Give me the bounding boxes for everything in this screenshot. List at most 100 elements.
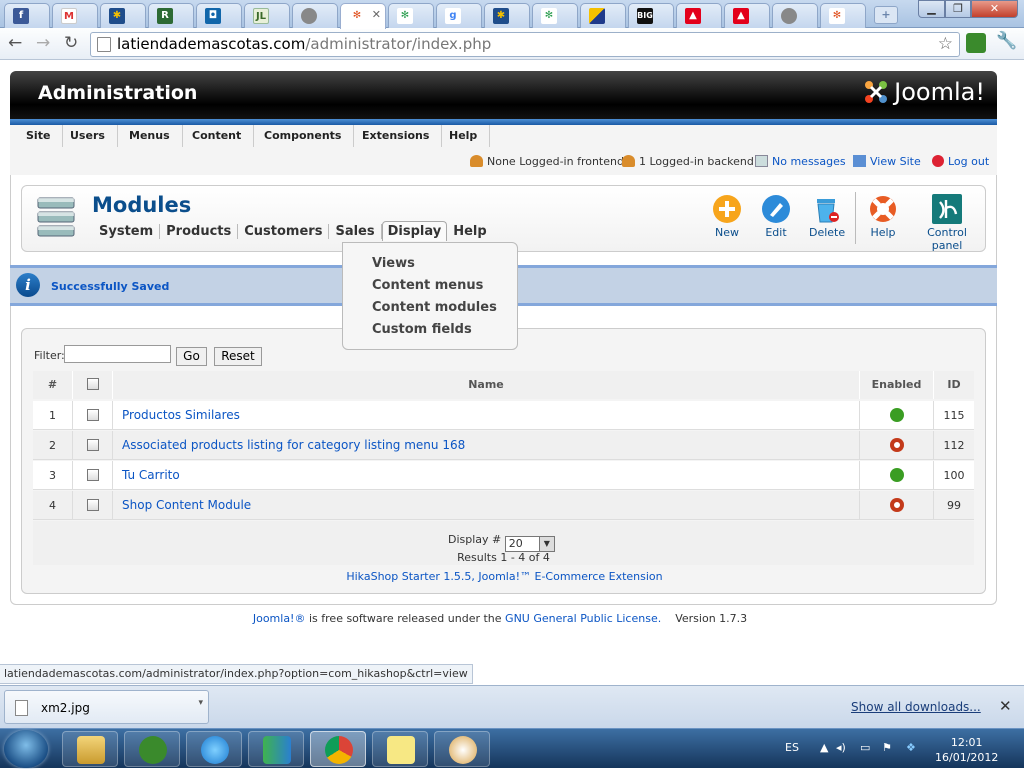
browser-tab-6[interactable]: JL: [244, 3, 290, 28]
close-window-button[interactable]: ✕: [971, 0, 1018, 18]
browser-tab-11[interactable]: ✱: [484, 3, 530, 28]
row-number: 3: [33, 461, 73, 490]
browser-tab-12[interactable]: ✻: [532, 3, 578, 28]
module-name-link[interactable]: Associated products listing for category…: [113, 431, 860, 460]
close-icon[interactable]: ✕: [372, 8, 381, 21]
reset-button[interactable]: Reset: [214, 347, 262, 366]
show-hidden-icons[interactable]: ▲: [820, 741, 828, 754]
dropdown-content-modules[interactable]: Content modules: [372, 300, 497, 315]
back-icon[interactable]: ←: [8, 33, 22, 53]
close-icon[interactable]: ✕: [999, 697, 1012, 715]
row-checkbox[interactable]: [86, 439, 99, 451]
maximize-button[interactable]: ❐: [945, 0, 971, 18]
taskbar-explorer[interactable]: [62, 731, 118, 767]
taskbar-paint[interactable]: [434, 731, 490, 767]
browser-tab-15[interactable]: ▲: [676, 3, 722, 28]
delete-button[interactable]: Delete: [809, 194, 845, 239]
taskbar-chrome[interactable]: [310, 731, 366, 767]
new-tab-button[interactable]: +: [874, 6, 898, 24]
menu-extensions[interactable]: Extensions: [350, 125, 443, 147]
subnav-system[interactable]: System: [93, 224, 161, 239]
unpublished-icon[interactable]: [889, 438, 904, 452]
dropdown-views[interactable]: Views: [372, 256, 415, 271]
browser-tab-7[interactable]: [292, 3, 338, 28]
browser-tab-facebook[interactable]: f: [4, 3, 50, 28]
menu-components[interactable]: Components: [252, 125, 355, 147]
subnav-display[interactable]: Display: [381, 221, 448, 241]
control-panel-button[interactable]: Control panel: [914, 194, 980, 252]
browser-tab-gmail[interactable]: M: [52, 3, 98, 28]
display-select[interactable]: 20 ▼: [504, 536, 555, 552]
volume-icon[interactable]: ◂): [836, 741, 846, 754]
forward-icon[interactable]: →: [36, 33, 50, 53]
logout-link[interactable]: Log out: [932, 155, 989, 168]
action-center-flag-icon[interactable]: ⚑: [882, 741, 892, 754]
help-button[interactable]: Help: [867, 194, 899, 239]
reload-icon[interactable]: ↻: [64, 33, 78, 53]
gpl-link[interactable]: GNU General Public License.: [505, 612, 661, 625]
subnav-sales[interactable]: Sales: [329, 224, 382, 239]
taskbar-sticky-notes[interactable]: [372, 731, 428, 767]
menu-help[interactable]: Help: [437, 125, 491, 147]
view-site-link[interactable]: View Site: [853, 155, 921, 168]
show-all-downloads-link[interactable]: Show all downloads...: [851, 700, 981, 714]
site-icon: ✱: [109, 8, 125, 24]
col-header-id[interactable]: ID: [934, 371, 974, 399]
taskbar-evernote[interactable]: [124, 731, 180, 767]
unpublished-icon[interactable]: [889, 498, 904, 512]
browser-tab-10[interactable]: g: [436, 3, 482, 28]
url-bar[interactable]: latiendademascotas.com/administrator/ind…: [90, 32, 960, 57]
network-icon[interactable]: ▭: [860, 741, 870, 754]
menu-content[interactable]: Content: [180, 125, 255, 147]
clock[interactable]: 12:01 16/01/2012: [935, 735, 998, 765]
browser-tab-17[interactable]: [772, 3, 818, 28]
new-button[interactable]: New: [712, 194, 742, 239]
joomla-link[interactable]: Joomla!®: [253, 612, 306, 625]
published-check-icon[interactable]: [889, 408, 904, 422]
browser-tab-4[interactable]: R: [148, 3, 194, 28]
browser-tab-14[interactable]: BIG: [628, 3, 674, 28]
wrench-icon[interactable]: 🔧: [996, 31, 1017, 51]
browser-tab-13[interactable]: [580, 3, 626, 28]
dropdown-content-menus[interactable]: Content menus: [372, 278, 483, 293]
chevron-down-icon[interactable]: ▾: [198, 698, 203, 708]
go-button[interactable]: Go: [176, 347, 207, 366]
language-indicator[interactable]: ES: [785, 741, 799, 754]
menu-users[interactable]: Users: [58, 125, 118, 147]
menu-menus[interactable]: Menus: [117, 125, 183, 147]
browser-tab-18[interactable]: ✻: [820, 3, 866, 28]
edit-button[interactable]: Edit: [761, 194, 791, 239]
hikashop-credit-link[interactable]: HikaShop Starter 1.5.5, Joomla!™ E-Comme…: [22, 570, 987, 583]
browser-tab-5[interactable]: ◘: [196, 3, 242, 28]
published-check-icon[interactable]: [889, 468, 904, 482]
module-name-link[interactable]: Productos Similares: [113, 401, 860, 430]
evernote-extension-icon[interactable]: [966, 33, 986, 53]
module-name-link[interactable]: Shop Content Module: [113, 491, 860, 520]
taskbar-ie[interactable]: [186, 731, 242, 767]
start-button[interactable]: [4, 730, 48, 768]
dropdown-custom-fields[interactable]: Custom fields: [372, 322, 472, 337]
row-checkbox[interactable]: [86, 469, 99, 481]
subnav-products[interactable]: Products: [160, 224, 239, 239]
frontend-users-status: None Logged-in frontend: [470, 155, 624, 168]
browser-tab-joomla-active[interactable]: ✻ ✕: [340, 3, 386, 29]
subnav-customers[interactable]: Customers: [238, 224, 330, 239]
taskbar-messenger[interactable]: [248, 731, 304, 767]
row-checkbox[interactable]: [86, 409, 99, 421]
module-name-link[interactable]: Tu Carrito: [113, 461, 860, 490]
col-header-name[interactable]: Name: [113, 371, 860, 399]
select-all-checkbox[interactable]: [86, 378, 99, 390]
subnav-help[interactable]: Help: [447, 224, 492, 239]
row-checkbox[interactable]: [86, 499, 99, 511]
bookmark-star-icon[interactable]: ☆: [938, 33, 953, 56]
browser-tab-3[interactable]: ✱: [100, 3, 146, 28]
messages-link[interactable]: No messages: [755, 155, 846, 168]
menu-site[interactable]: Site: [14, 125, 64, 147]
col-header-enabled[interactable]: Enabled: [860, 371, 934, 399]
filter-input[interactable]: [64, 345, 171, 363]
download-item[interactable]: xm2.jpg ▾: [4, 690, 209, 724]
browser-tab-9[interactable]: ✻: [388, 3, 434, 28]
minimize-button[interactable]: ▁: [918, 0, 945, 18]
dropbox-icon[interactable]: ❖: [906, 741, 916, 754]
browser-tab-16[interactable]: ▲: [724, 3, 770, 28]
